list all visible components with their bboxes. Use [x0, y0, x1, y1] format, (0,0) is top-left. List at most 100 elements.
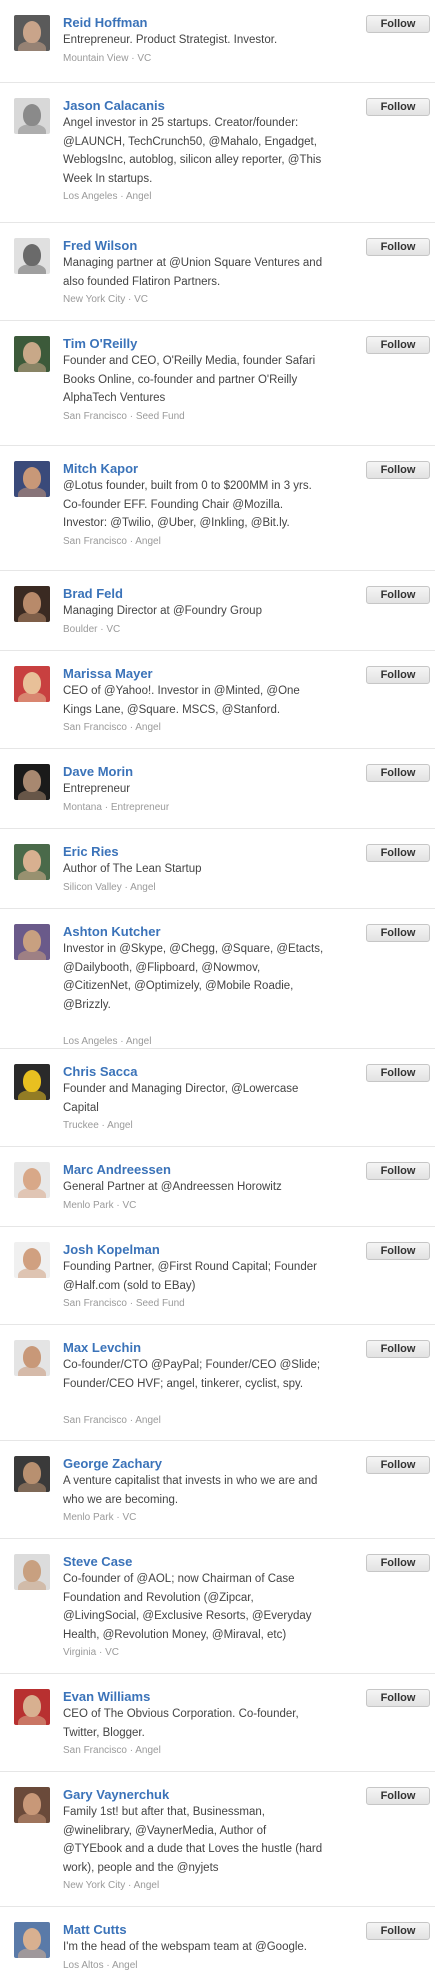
person-location: Truckee — [63, 1120, 99, 1131]
avatar[interactable] — [14, 15, 50, 51]
avatar[interactable] — [14, 1787, 50, 1823]
person-location: Menlo Park — [63, 1512, 114, 1523]
person-location: Boulder — [63, 623, 98, 635]
list-item: Jason Calacanis Angel investor in 25 star… — [0, 83, 435, 223]
follow-button[interactable]: Follow — [366, 238, 430, 256]
follow-button[interactable]: Follow — [366, 1787, 430, 1805]
person-name-link[interactable]: Eric Ries — [63, 844, 119, 859]
person-bio: Co-founder of @AOL; now Chairman of Case… — [63, 1573, 312, 1641]
list-item: Evan Williams CEO of The Obvious Corporat… — [0, 1674, 435, 1772]
follow-button[interactable]: Follow — [366, 1922, 430, 1940]
meta-separator: · — [126, 1414, 136, 1426]
avatar-face — [23, 1168, 41, 1190]
avatar[interactable] — [14, 98, 50, 134]
meta-separator: · — [126, 410, 136, 422]
person-location: Montana — [63, 801, 102, 813]
avatar[interactable] — [14, 336, 50, 372]
person-role: Angel — [125, 1035, 152, 1047]
list-item: Brad Feld Managing Director at @Foundry G… — [0, 571, 435, 651]
list-item: Matt Cutts I'm the head of the webspam te… — [0, 1907, 435, 1971]
avatar[interactable] — [14, 586, 50, 622]
person-name-link[interactable]: Marissa Mayer — [63, 666, 153, 681]
follow-button[interactable]: Follow — [366, 924, 430, 942]
avatar-face — [23, 1560, 41, 1582]
follow-button[interactable]: Follow — [366, 1689, 430, 1707]
follow-button[interactable]: Follow — [366, 844, 430, 862]
list-item: Steve Case Co-founder of @AOL; now Chairm… — [0, 1539, 435, 1674]
avatar[interactable] — [14, 764, 50, 800]
avatar[interactable] — [14, 1922, 50, 1958]
avatar-face — [23, 672, 41, 694]
person-meta: Truckee · Angel — [63, 1120, 133, 1131]
avatar[interactable] — [14, 1554, 50, 1590]
person-name-link[interactable]: Fred Wilson — [63, 238, 137, 253]
follow-button[interactable]: Follow — [366, 98, 430, 116]
avatar[interactable] — [14, 461, 50, 497]
person-name-link[interactable]: Ashton Kutcher — [63, 924, 161, 939]
follow-button[interactable]: Follow — [366, 764, 430, 782]
list-item: Eric Ries Author of The Lean Startup Silic… — [0, 829, 435, 909]
follow-button[interactable]: Follow — [366, 1340, 430, 1358]
person-name-link[interactable]: Mitch Kapor — [63, 461, 138, 476]
meta-separator: · — [98, 1120, 108, 1131]
avatar-face — [23, 592, 41, 614]
person-role: VC — [137, 52, 152, 64]
person-name-link[interactable]: Reid Hoffman — [63, 15, 148, 30]
avatar[interactable] — [14, 1064, 50, 1100]
person-name-link[interactable]: George Zachary — [63, 1456, 162, 1471]
avatar[interactable] — [14, 238, 50, 274]
person-bio: Founder and CEO, O'Reilly Media, founder… — [63, 355, 316, 404]
person-name-link[interactable]: Josh Kopelman — [63, 1242, 160, 1257]
person-name-link[interactable]: Jason Calacanis — [63, 98, 165, 113]
avatar[interactable] — [14, 924, 50, 960]
meta-separator: · — [125, 294, 135, 305]
avatar-face — [23, 1695, 41, 1717]
person-name-link[interactable]: Chris Sacca — [63, 1064, 137, 1079]
person-meta: Montana · Entrepreneur — [63, 802, 169, 813]
follow-button[interactable]: Follow — [366, 15, 430, 33]
person-name-link[interactable]: Evan Williams — [63, 1689, 150, 1704]
avatar[interactable] — [14, 1242, 50, 1278]
meta-separator: · — [103, 1959, 112, 1971]
person-name-link[interactable]: Gary Vaynerchuk — [63, 1787, 169, 1802]
avatar-face — [23, 930, 41, 952]
person-bio: Entrepreneur. Product Strategist. Invest… — [63, 34, 278, 46]
person-name-link[interactable]: Steve Case — [63, 1554, 132, 1569]
follow-button[interactable]: Follow — [366, 1242, 430, 1260]
avatar[interactable] — [14, 1162, 50, 1198]
person-location: San Francisco — [63, 1298, 127, 1309]
follow-button[interactable]: Follow — [366, 586, 430, 604]
avatar-face — [23, 342, 41, 364]
avatar[interactable] — [14, 1340, 50, 1376]
follow-button[interactable]: Follow — [366, 1554, 430, 1572]
follow-button[interactable]: Follow — [366, 461, 430, 479]
follow-button[interactable]: Follow — [366, 666, 430, 684]
person-location: Mountain View — [63, 52, 129, 64]
person-name-link[interactable]: Marc Andreessen — [63, 1162, 171, 1177]
avatar[interactable] — [14, 844, 50, 880]
avatar[interactable] — [14, 1689, 50, 1725]
person-meta: Los Angeles · Angel — [63, 191, 151, 202]
person-role: Angel — [111, 1959, 138, 1971]
person-role: Angel — [135, 1745, 161, 1756]
person-name-link[interactable]: Max Levchin — [63, 1340, 141, 1355]
person-meta: Los Altos · Angel — [63, 1960, 138, 1971]
follow-button[interactable]: Follow — [366, 1456, 430, 1474]
person-role: VC — [122, 1199, 137, 1211]
meta-separator: · — [126, 1745, 136, 1756]
person-name-link[interactable]: Brad Feld — [63, 586, 123, 601]
follow-button[interactable]: Follow — [366, 1064, 430, 1082]
follow-button[interactable]: Follow — [366, 336, 430, 354]
avatar[interactable] — [14, 666, 50, 702]
person-location: Silicon Valley — [63, 881, 122, 893]
person-name-link[interactable]: Tim O'Reilly — [63, 336, 137, 351]
person-name-link[interactable]: Matt Cutts — [63, 1922, 127, 1937]
person-role: Angel — [135, 722, 161, 733]
list-item: Josh Kopelman Founding Partner, @First Ro… — [0, 1227, 435, 1325]
person-bio: Investor in @Skype, @Chegg, @Square, @Et… — [63, 943, 324, 1011]
person-name-link[interactable]: Dave Morin — [63, 764, 133, 779]
follow-button[interactable]: Follow — [366, 1162, 430, 1180]
avatar[interactable] — [14, 1456, 50, 1492]
meta-separator: · — [117, 191, 126, 202]
person-bio: Co-founder/CTO @PayPal; Founder/CEO @Sli… — [63, 1359, 321, 1390]
